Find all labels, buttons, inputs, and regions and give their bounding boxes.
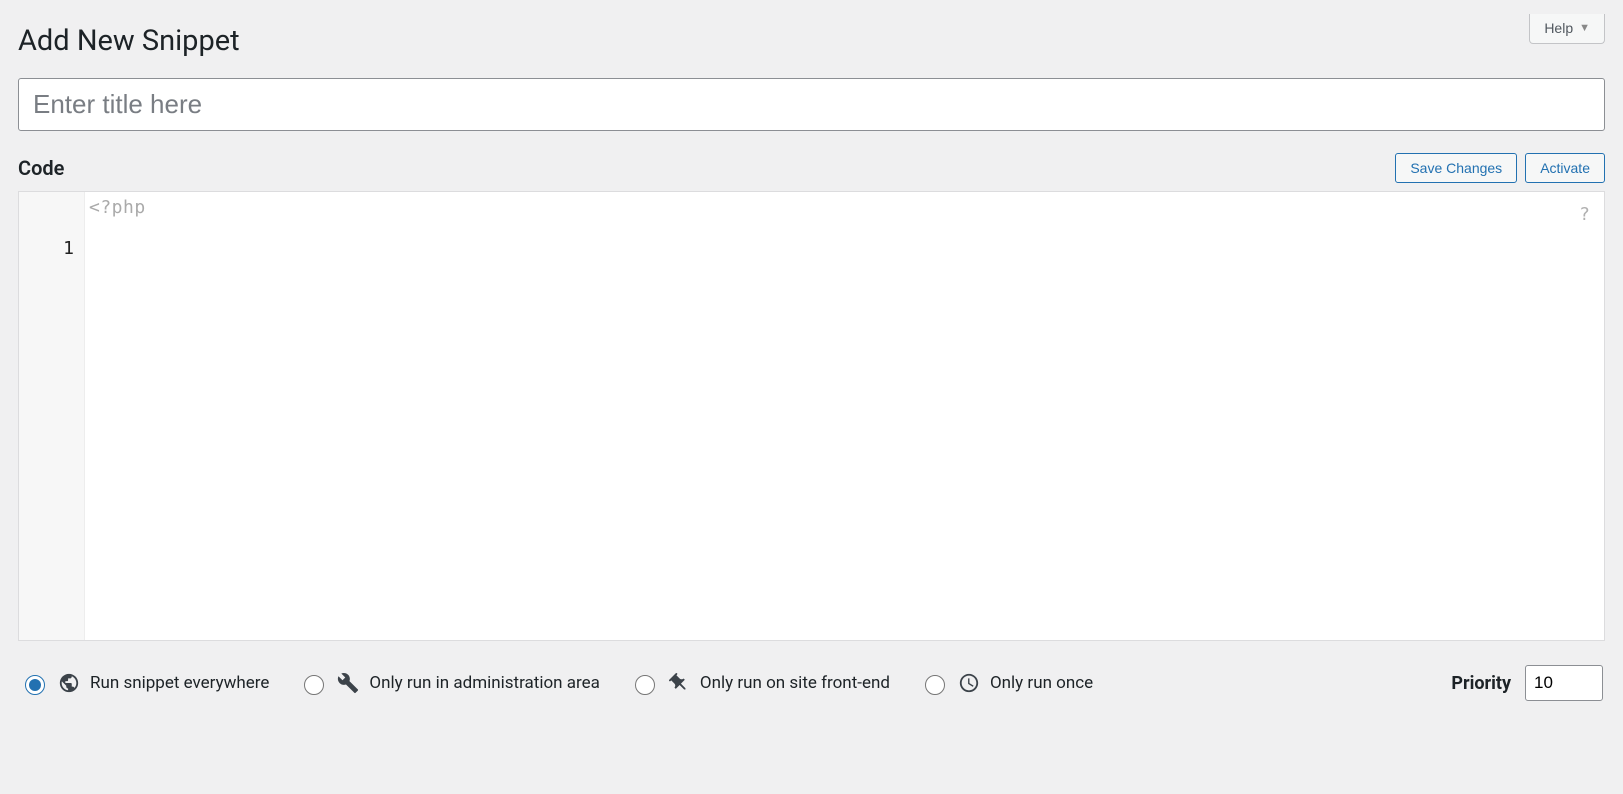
- scope-label: Run snippet everywhere: [90, 673, 269, 693]
- scope-option-once[interactable]: Only run once: [920, 672, 1093, 695]
- editor-gutter: 1: [19, 192, 85, 640]
- scope-radio-admin[interactable]: [304, 675, 324, 695]
- scope-option-admin[interactable]: Only run in administration area: [299, 672, 599, 695]
- activate-button[interactable]: Activate: [1525, 153, 1605, 183]
- code-editor-textarea[interactable]: <?php ?: [85, 192, 1604, 640]
- page-title: Add New Snippet: [18, 24, 1605, 58]
- pin-icon: [668, 672, 690, 694]
- help-tab-label: Help: [1544, 20, 1573, 36]
- php-open-tag: <?php: [89, 197, 146, 218]
- scope-radio-once[interactable]: [925, 675, 945, 695]
- editor-help-icon[interactable]: ?: [1579, 204, 1590, 225]
- snippet-title-input[interactable]: [18, 78, 1605, 131]
- chevron-down-icon: ▼: [1579, 22, 1590, 34]
- scope-option-frontend[interactable]: Only run on site front-end: [630, 672, 890, 695]
- save-changes-button[interactable]: Save Changes: [1395, 153, 1517, 183]
- scope-label: Only run on site front-end: [700, 673, 890, 693]
- scope-radio-frontend[interactable]: [635, 675, 655, 695]
- scope-options: Run snippet everywhere Only run in admin…: [20, 672, 1421, 695]
- wrench-icon: [337, 672, 359, 694]
- scope-label: Only run once: [990, 673, 1093, 693]
- globe-icon: [58, 672, 80, 694]
- code-editor[interactable]: 1 <?php ?: [18, 191, 1605, 641]
- scope-radio-everywhere[interactable]: [25, 675, 45, 695]
- clock-icon: [958, 672, 980, 694]
- line-number: 1: [19, 238, 84, 259]
- scope-label: Only run in administration area: [369, 673, 599, 693]
- priority-input[interactable]: [1525, 665, 1603, 701]
- help-tab-button[interactable]: Help ▼: [1529, 14, 1605, 44]
- scope-option-everywhere[interactable]: Run snippet everywhere: [20, 672, 269, 695]
- code-section-heading: Code: [18, 156, 64, 180]
- priority-label: Priority: [1451, 673, 1511, 694]
